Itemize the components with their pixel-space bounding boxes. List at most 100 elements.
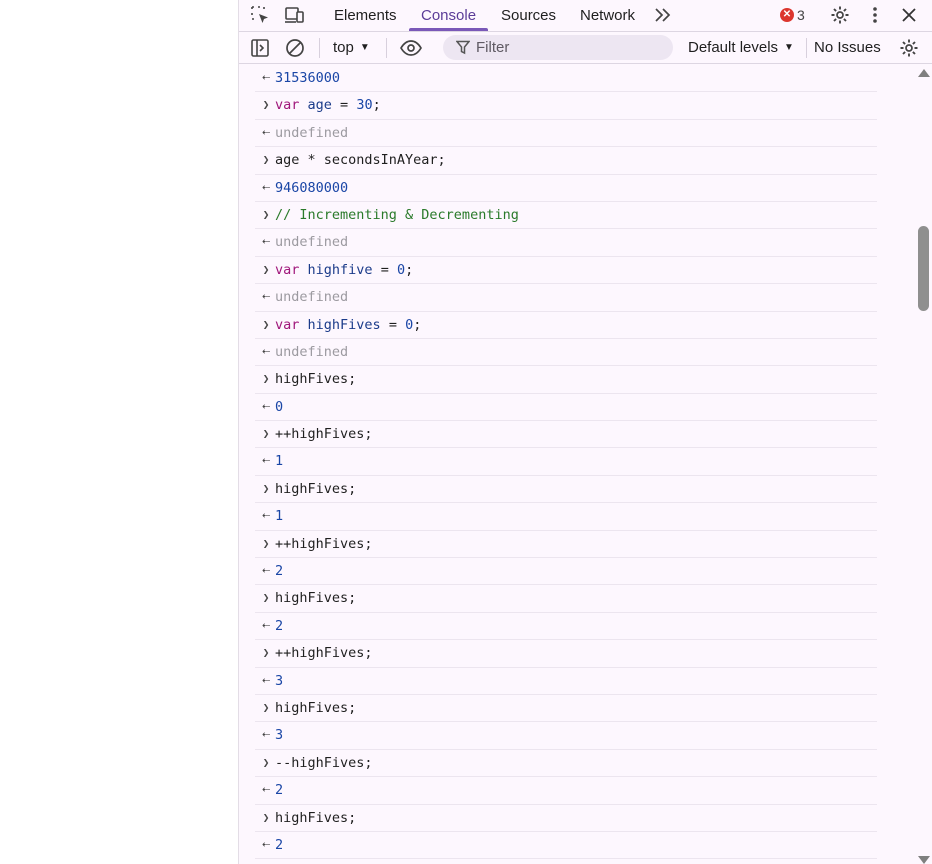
token: undefined bbox=[275, 124, 349, 141]
scroll-up-arrow-icon[interactable] bbox=[918, 69, 930, 77]
token: ; bbox=[405, 261, 414, 278]
console-text: 0 bbox=[275, 394, 283, 420]
more-tabs-chevron-icon[interactable] bbox=[652, 4, 674, 26]
console-text: 2 bbox=[275, 832, 283, 858]
issues-button[interactable]: No Issues bbox=[814, 36, 881, 59]
console-output-row[interactable]: ⇠ 3 bbox=[255, 668, 877, 695]
token: undefined bbox=[275, 289, 349, 306]
scrollbar-thumb[interactable] bbox=[918, 226, 929, 311]
settings-gear-icon[interactable] bbox=[829, 4, 851, 26]
toolbar-divider bbox=[319, 38, 320, 58]
live-expression-eye-icon[interactable] bbox=[399, 36, 423, 59]
console-output-row[interactable]: ⇠ 2 bbox=[255, 832, 877, 860]
result-arrow-icon: ⇠ bbox=[262, 508, 270, 524]
input-chevron-icon: ❯ bbox=[262, 153, 270, 167]
console-text: 2 bbox=[275, 777, 283, 803]
console-text: var highfive = 0; bbox=[275, 257, 413, 283]
console-text: 946080000 bbox=[275, 175, 348, 201]
token: // Incrementing & Decrementing bbox=[275, 206, 519, 223]
log-levels-dropdown[interactable]: Default levels ▼ bbox=[688, 36, 794, 59]
console-input-row[interactable]: ❯ age * secondsInAYear; bbox=[255, 147, 877, 175]
scroll-down-arrow-icon[interactable] bbox=[918, 856, 930, 864]
console-text: 3 bbox=[275, 668, 283, 694]
console-settings-gear-icon[interactable] bbox=[899, 36, 919, 59]
console-input-row[interactable]: ❯ highFives; bbox=[255, 476, 877, 504]
console-text: undefined bbox=[275, 229, 348, 255]
input-chevron-icon: ❯ bbox=[262, 427, 270, 441]
token: 0 bbox=[275, 398, 284, 415]
result-arrow-icon: ⇠ bbox=[262, 672, 270, 688]
input-chevron-icon: ❯ bbox=[262, 98, 270, 112]
console-input-row[interactable]: ❯ // Incrementing & Decrementing bbox=[255, 202, 877, 230]
clear-console-icon[interactable] bbox=[285, 36, 305, 59]
console-output-row[interactable]: ⇠ 2 bbox=[255, 558, 877, 586]
filter-box[interactable] bbox=[443, 35, 673, 60]
tab-sources[interactable]: Sources bbox=[501, 0, 556, 31]
console-output-row[interactable]: ⇠ 0 bbox=[255, 394, 877, 422]
tab-elements[interactable]: Elements bbox=[334, 0, 397, 31]
inspect-element-icon[interactable] bbox=[249, 4, 271, 26]
result-arrow-icon: ⇠ bbox=[262, 124, 270, 140]
console-text: undefined bbox=[275, 339, 348, 365]
console-input-row[interactable]: ❯ var highFives = 0; bbox=[255, 312, 877, 339]
token: 2 bbox=[275, 836, 284, 853]
console-output-row[interactable]: ⇠ 1 bbox=[255, 503, 877, 531]
result-arrow-icon: ⇠ bbox=[262, 179, 270, 195]
console-output-row[interactable]: ⇠ 946080000 bbox=[255, 175, 877, 202]
input-chevron-icon: ❯ bbox=[262, 700, 270, 714]
token: 2 bbox=[275, 782, 284, 799]
context-selector[interactable]: top ▼ bbox=[333, 36, 370, 59]
console-messages[interactable]: ⇠ 31536000 ❯ var age = 30; ⇠ undefined ❯ age * … bbox=[239, 65, 879, 864]
show-sidebar-icon[interactable] bbox=[250, 36, 270, 59]
console-scrollbar[interactable] bbox=[915, 65, 932, 864]
console-input-row[interactable]: ❯ var age = 30; bbox=[255, 92, 877, 120]
token: var bbox=[275, 261, 300, 278]
devtools-tab-bar: Elements Console Sources Network ✕ 3 bbox=[239, 0, 932, 32]
console-text: highFives; bbox=[275, 585, 356, 611]
console-input-row[interactable]: ❯ ++highFives; bbox=[255, 640, 877, 668]
console-output-row[interactable]: ⇠ 2 bbox=[255, 613, 877, 641]
close-devtools-icon[interactable] bbox=[898, 4, 920, 26]
error-count-badge[interactable]: ✕ 3 bbox=[780, 6, 805, 24]
result-arrow-icon: ⇠ bbox=[262, 289, 270, 305]
console-output-row[interactable]: ⇠ 31536000 bbox=[255, 65, 877, 93]
token: = bbox=[331, 97, 357, 114]
console-output-row[interactable]: ⇠ undefined bbox=[255, 339, 877, 367]
console-text: var age = 30; bbox=[275, 92, 381, 118]
token: age bbox=[307, 97, 332, 114]
console-output-row[interactable]: ⇠ undefined bbox=[255, 229, 877, 257]
console-text: ++highFives; bbox=[275, 640, 373, 666]
result-arrow-icon: ⇠ bbox=[262, 234, 270, 250]
console-output-row[interactable]: ⇠ 2 bbox=[255, 777, 877, 805]
console-input-row[interactable]: ❯ ++highFives; bbox=[255, 531, 877, 559]
result-arrow-icon: ⇠ bbox=[262, 617, 270, 633]
toolbar-divider bbox=[806, 38, 807, 58]
filter-input[interactable] bbox=[476, 39, 656, 56]
console-output-row[interactable]: ⇠ 1 bbox=[255, 448, 877, 476]
more-options-kebab-icon[interactable] bbox=[864, 4, 886, 26]
tab-network[interactable]: Network bbox=[580, 0, 635, 31]
token: var bbox=[275, 316, 300, 333]
token: 3 bbox=[275, 727, 284, 744]
console-text: highFives; bbox=[275, 366, 356, 392]
console-output-row[interactable]: ⇠ 3 bbox=[255, 722, 877, 750]
console-input-row[interactable]: ❯ bbox=[255, 859, 877, 864]
token: 30 bbox=[356, 97, 373, 114]
console-input-row[interactable]: ❯ highFives; bbox=[255, 695, 877, 723]
token: undefined bbox=[275, 343, 349, 360]
console-text: highFives; bbox=[275, 695, 356, 721]
token: = bbox=[372, 261, 397, 278]
device-toolbar-icon[interactable] bbox=[284, 4, 306, 26]
console-input-row[interactable]: ❯ ++highFives; bbox=[255, 421, 877, 449]
console-output-row[interactable]: ⇠ undefined bbox=[255, 284, 877, 312]
console-text: highFives; bbox=[275, 805, 356, 831]
console-output-row[interactable]: ⇠ undefined bbox=[255, 120, 877, 148]
console-input-row[interactable]: ❯ highFives; bbox=[255, 585, 877, 613]
tab-console[interactable]: Console bbox=[408, 0, 489, 31]
context-label: top bbox=[333, 39, 354, 56]
console-input-row[interactable]: ❯ highFives; bbox=[255, 805, 877, 832]
console-input-row[interactable]: ❯ --highFives; bbox=[255, 750, 877, 778]
console-input-row[interactable]: ❯ highFives; bbox=[255, 366, 877, 394]
console-input-row[interactable]: ❯ var highfive = 0; bbox=[255, 257, 877, 285]
